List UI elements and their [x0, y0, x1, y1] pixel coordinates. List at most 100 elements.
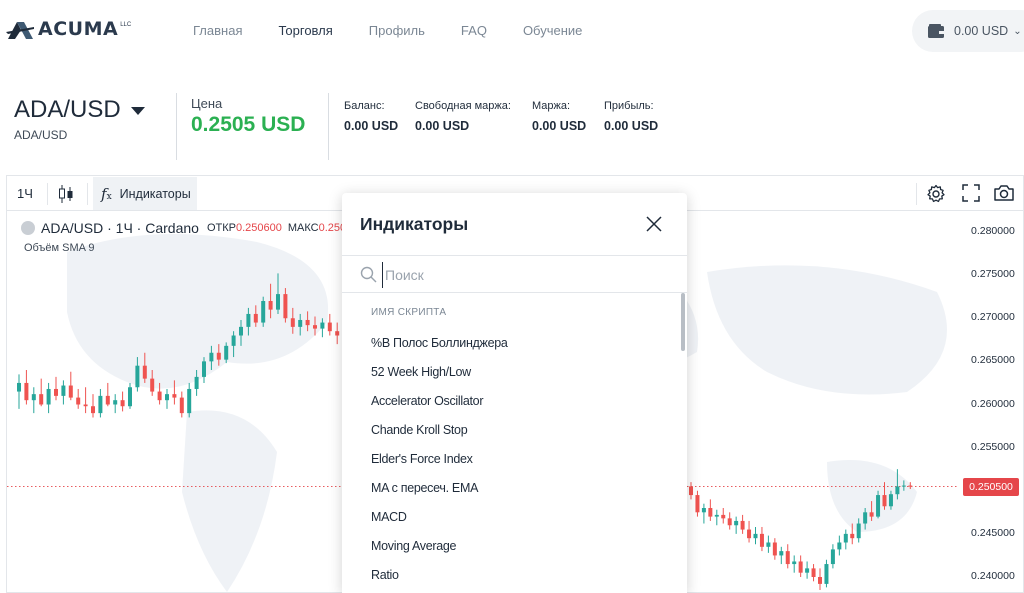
stat-label: Маржа:: [532, 100, 571, 112]
candle-body: [91, 406, 95, 414]
candle-body: [128, 387, 132, 407]
candle-body: [165, 394, 169, 401]
stat-value: 0.00 USD: [415, 119, 470, 133]
candle-body: [850, 533, 855, 539]
candle-body: [695, 495, 700, 513]
map-shape: [67, 234, 329, 389]
candle-body: [83, 404, 88, 407]
candle-body: [837, 542, 842, 550]
candle-body: [105, 395, 110, 405]
interval-button[interactable]: 1Ч: [17, 186, 33, 201]
candle-body: [142, 365, 147, 379]
y-tick-label: 0.280000: [971, 225, 1015, 237]
stat-label: Баланс:: [344, 100, 385, 112]
candle-body: [172, 394, 177, 398]
candle-body: [747, 529, 752, 539]
indicator-item[interactable]: Elder's Force Index: [342, 444, 680, 473]
candle-body: [824, 564, 829, 584]
acuma-logo[interactable]: ACUMA LLC: [6, 18, 131, 40]
candle-body: [313, 325, 317, 329]
nav-profile[interactable]: Профиль: [369, 23, 425, 38]
candle-body: [798, 561, 803, 573]
wallet-button[interactable]: 0.00 USD ⌄: [912, 10, 1024, 52]
candle-body: [39, 394, 44, 405]
candle-body: [895, 486, 900, 495]
logo-text: ACUMA: [38, 18, 119, 40]
indicator-item[interactable]: Moving Average: [342, 531, 680, 560]
candle-body: [24, 382, 29, 401]
nav-trading[interactable]: Торговля: [278, 23, 332, 38]
caret-down-icon: [130, 107, 145, 115]
stat-label: Свободная маржа:: [415, 100, 511, 112]
camera-icon[interactable]: [993, 184, 1015, 202]
search-bar: [342, 255, 687, 293]
indicator-item[interactable]: Chande Kroll Stop: [342, 415, 680, 444]
price-axis[interactable]: 0.280000 0.275000 0.270000 0.265000 0.260000…: [957, 212, 1023, 593]
candle-body: [224, 345, 229, 360]
divider: [328, 93, 329, 160]
indicator-item[interactable]: Accelerator Oscillator: [342, 386, 680, 415]
candle-body: [246, 313, 251, 327]
stat-value: 0.00 USD: [604, 119, 659, 133]
candle-body: [327, 322, 332, 332]
candle-body: [714, 514, 719, 517]
dialog-scrollbar[interactable]: [681, 293, 685, 351]
indicator-item[interactable]: %B Полос Боллинджера: [342, 328, 680, 357]
y-tick-label: 0.245000: [971, 526, 1015, 539]
candle-body: [876, 495, 881, 517]
symbol-name: ADA/USD: [14, 96, 121, 123]
wallet-balance: 0.00 USD: [954, 24, 1009, 38]
indicator-item[interactable]: Ratio: [342, 560, 680, 589]
stat-value: 0.00 USD: [344, 119, 399, 133]
candle-body: [335, 331, 340, 336]
candle-body: [209, 352, 214, 362]
candle-body: [766, 542, 771, 547]
search-input[interactable]: [382, 262, 662, 288]
candle-body: [721, 514, 726, 519]
indicator-list: %B Полос Боллинджера 52 Week High/Low Ac…: [342, 328, 680, 589]
candle-body: [901, 485, 906, 487]
map-shape: [182, 410, 277, 592]
nav-learning[interactable]: Обучение: [523, 23, 582, 38]
candle-body: [276, 294, 280, 310]
toolbar-divider: [916, 183, 917, 205]
y-tick-label: 0.275000: [971, 268, 1015, 281]
candle-body: [239, 326, 243, 336]
y-tick-label: 0.255000: [971, 440, 1015, 453]
gear-icon[interactable]: [926, 184, 946, 204]
column-header: ИМЯ СКРИПТА: [371, 307, 447, 318]
close-icon[interactable]: [644, 214, 664, 234]
candle-body: [689, 486, 693, 496]
candle-body: [98, 395, 103, 414]
candle-body: [869, 512, 874, 517]
candle-body: [31, 394, 36, 401]
candle-body: [785, 551, 790, 565]
candle-body: [261, 301, 266, 323]
candle-body: [753, 533, 758, 539]
candle-body: [113, 400, 118, 405]
indicator-item[interactable]: MACD: [342, 502, 680, 531]
price-label: Цена: [191, 96, 223, 111]
candle-body: [830, 549, 835, 565]
indicator-item[interactable]: 52 Week High/Low: [342, 357, 680, 386]
map-shape: [707, 265, 947, 395]
candle-body: [216, 352, 221, 360]
candle-body: [46, 388, 51, 405]
current-price-tag: 0.250500: [963, 478, 1019, 496]
nav-faq[interactable]: FAQ: [461, 23, 487, 38]
symbol-subtitle: ADA/USD: [14, 128, 68, 142]
volume-legend: Объём SMA 9: [24, 242, 95, 254]
candle-body: [792, 561, 797, 565]
nav-home[interactable]: Главная: [193, 23, 242, 38]
fullscreen-icon[interactable]: [962, 184, 980, 202]
candle-body: [268, 301, 273, 310]
indicators-dialog: Индикаторы ИМЯ СКРИПТА %B Полос Боллиндж…: [342, 193, 687, 593]
candles-icon[interactable]: [58, 185, 74, 203]
legend-open: ОТКР0.250600: [206, 222, 282, 234]
symbol-selector[interactable]: ADA/USD: [14, 96, 145, 124]
candle-body: [135, 365, 140, 388]
indicator-item[interactable]: MA с пересеч. EMA: [342, 473, 680, 502]
candle-body: [708, 508, 713, 517]
indicators-button[interactable]: fx Индикаторы: [93, 177, 197, 210]
legend-title: ADA/USD · 1Ч · Cardano: [41, 220, 199, 236]
